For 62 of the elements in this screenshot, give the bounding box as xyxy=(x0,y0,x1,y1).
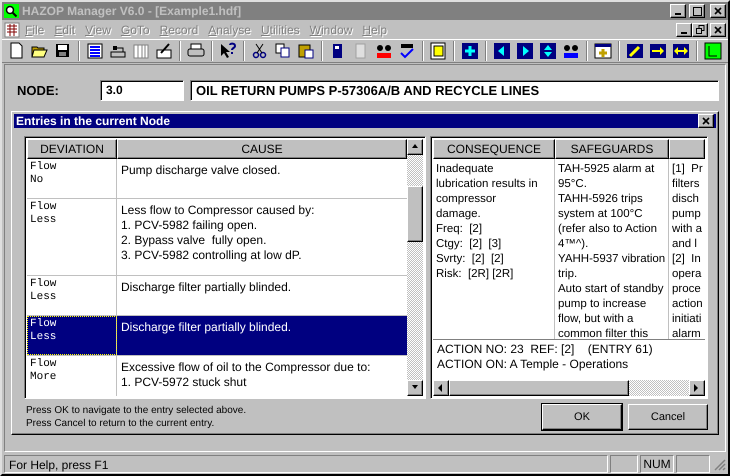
close-icon xyxy=(714,26,722,34)
minimize-button[interactable] xyxy=(676,22,692,36)
vertical-scrollbar[interactable] xyxy=(407,139,423,396)
cause-cell-text: Excessive flow of oil to the Compressor due to: 1. PCV-5972 stuck shut xyxy=(120,359,372,391)
maximize-button[interactable] xyxy=(689,4,705,18)
scroll-right-button[interactable] xyxy=(689,380,705,396)
column-header: DEVIATION xyxy=(27,139,117,159)
restore-button[interactable] xyxy=(692,22,708,36)
minimize-icon xyxy=(675,13,681,15)
node-description-field[interactable]: OIL RETURN PUMPS P-57306A/B AND RECYCLE LINES xyxy=(190,80,719,100)
cancel-button[interactable]: Cancel xyxy=(628,404,708,430)
node-number-field[interactable]: 3.0 xyxy=(100,80,184,100)
column-header: CAUSE xyxy=(117,139,407,159)
column-header: SAFEGUARDS xyxy=(555,139,669,159)
recommendations-cell: [1] Pr filters disch pump with a and l [2] In opera proce action initiati alarm xyxy=(669,159,705,339)
cause-cell-text: Less flow to Compressor caused by: 1. PCV-5982 failing open. 2. Bypass valve fully open. 3. PCV-5982 controlling at low dP. xyxy=(120,202,316,264)
safeguards-cell: TAH-5925 alarm at 95°C. TAHH-5926 trips system at 100°C (refer also to Action 4™^). YAHH-5937 vibration trip. Auto start of standby pump to increase flow, but with a common filter this xyxy=(555,159,669,339)
status-indicator: NUM xyxy=(640,455,674,473)
horizontal-scrollbar[interactable] xyxy=(433,380,705,396)
cause-cell-text: Discharge filter partially blinded. xyxy=(120,319,292,336)
node-label: NODE: xyxy=(17,82,60,98)
close-icon xyxy=(702,117,710,125)
scroll-down-button[interactable] xyxy=(407,380,423,396)
cause-cell-text: Discharge filter partially blinded. xyxy=(120,279,292,296)
close-button[interactable] xyxy=(710,22,726,36)
table-row[interactable]: Flow Less Discharge filter partially blinded. xyxy=(27,276,407,316)
up-arrow-icon xyxy=(411,143,419,151)
column-header xyxy=(669,139,705,159)
status-panel xyxy=(676,455,710,473)
restore-icon xyxy=(696,25,704,34)
close-button[interactable] xyxy=(698,114,714,128)
deviation-cell: Flow Less xyxy=(27,276,117,315)
maximize-icon xyxy=(692,6,702,16)
scroll-left-button[interactable] xyxy=(433,380,449,396)
close-button[interactable] xyxy=(710,4,726,18)
scroll-thumb[interactable] xyxy=(407,186,423,242)
table-row[interactable]: Flow Less Discharge filter partially blinded. xyxy=(27,316,407,356)
ok-button[interactable]: OK xyxy=(542,404,622,430)
dialog-title: Entries in the current Node xyxy=(16,114,172,128)
status-panel xyxy=(610,455,638,473)
left-arrow-icon xyxy=(437,384,445,392)
resize-grip-icon[interactable] xyxy=(712,457,726,471)
close-icon xyxy=(714,7,722,15)
table-row[interactable]: Flow Less Less flow to Compressor caused by: 1. PCV-5982 failing open. 2. Bypass valve fully open. 3. PCV-5982 controlling at low dP. xyxy=(27,199,407,276)
scroll-up-button[interactable] xyxy=(407,139,423,155)
deviation-cell: Flow Less xyxy=(27,199,117,275)
status-text: For Help, press F1 xyxy=(4,455,608,473)
hint-text: Press OK to navigate to the entry selected above. Press Cancel to return to the current entry. xyxy=(25,404,248,430)
app-icon xyxy=(4,4,19,18)
right-arrow-icon xyxy=(693,384,701,392)
window-title: HAZOP Manager V6.0 - [Example1.hdf] xyxy=(22,4,242,18)
cause-cell-text: Pump discharge valve closed. xyxy=(120,162,282,179)
deviation-cell: Flow No xyxy=(27,159,117,198)
deviation-cell: Flow Less xyxy=(27,316,117,355)
table-row[interactable]: Flow No Pump discharge valve closed. xyxy=(27,159,407,199)
column-header: CONSEQUENCE xyxy=(433,139,555,159)
chart-icon[interactable] xyxy=(702,40,724,62)
scroll-thumb[interactable] xyxy=(449,380,629,396)
deviation-cell: Flow More xyxy=(27,356,117,396)
minimize-button[interactable] xyxy=(670,4,686,18)
minimize-icon xyxy=(681,32,687,34)
consequence-cell: Inadequate lubrication results in compressor damage. Freq: [2] Ctgy: [2] [3] Svrty: [2] [2] Risk: [2R] [2R] xyxy=(433,159,555,339)
